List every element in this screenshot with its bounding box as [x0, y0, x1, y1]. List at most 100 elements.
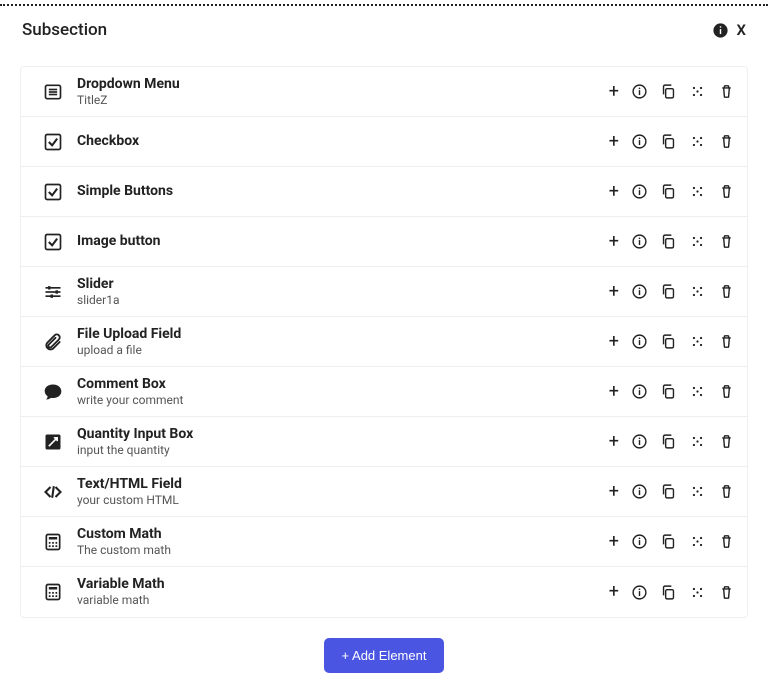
add-icon[interactable]: +: [609, 483, 619, 501]
move-icon[interactable]: [689, 283, 706, 300]
delete-icon[interactable]: [718, 433, 735, 450]
delete-icon[interactable]: [718, 533, 735, 550]
move-icon[interactable]: [689, 183, 706, 200]
calc-icon: [33, 582, 73, 602]
sliders-icon: [33, 282, 73, 302]
element-subtitle: upload a file: [77, 343, 609, 359]
element-text: Dropdown MenuTitleZ: [73, 75, 609, 109]
check-icon: [33, 182, 73, 202]
add-icon[interactable]: +: [609, 283, 619, 301]
check-icon: [33, 132, 73, 152]
move-icon[interactable]: [689, 483, 706, 500]
info-icon[interactable]: [631, 283, 648, 300]
delete-icon[interactable]: [718, 233, 735, 250]
add-icon[interactable]: +: [609, 383, 619, 401]
delete-icon[interactable]: [718, 183, 735, 200]
element-list: Dropdown MenuTitleZ+Checkbox+Simple Butt…: [20, 66, 748, 618]
comment-icon: [33, 382, 73, 402]
add-icon[interactable]: +: [609, 433, 619, 451]
element-row[interactable]: File Upload Fieldupload a file+: [21, 317, 747, 367]
delete-icon[interactable]: [718, 383, 735, 400]
info-icon[interactable]: [631, 133, 648, 150]
add-icon[interactable]: +: [609, 333, 619, 351]
copy-icon[interactable]: [660, 383, 677, 400]
add-icon[interactable]: +: [609, 583, 619, 601]
element-title: Checkbox: [77, 132, 609, 150]
element-row[interactable]: Image button+: [21, 217, 747, 267]
element-row[interactable]: Dropdown MenuTitleZ+: [21, 67, 747, 117]
move-icon[interactable]: [689, 433, 706, 450]
element-row[interactable]: Quantity Input Boxinput the quantity+: [21, 417, 747, 467]
copy-icon[interactable]: [660, 183, 677, 200]
element-text: Quantity Input Boxinput the quantity: [73, 425, 609, 459]
list-icon: [33, 82, 73, 102]
info-icon[interactable]: [631, 83, 648, 100]
clip-icon: [33, 332, 73, 352]
move-icon[interactable]: [689, 584, 706, 601]
copy-icon[interactable]: [660, 283, 677, 300]
info-icon[interactable]: [631, 584, 648, 601]
element-text: Checkbox: [73, 132, 609, 150]
copy-icon[interactable]: [660, 584, 677, 601]
element-row[interactable]: Text/HTML Fieldyour custom HTML+: [21, 467, 747, 517]
info-icon[interactable]: [631, 183, 648, 200]
element-row[interactable]: Sliderslider1a+: [21, 267, 747, 317]
delete-icon[interactable]: [718, 283, 735, 300]
move-icon[interactable]: [689, 533, 706, 550]
element-row[interactable]: Variable Mathvariable math+: [21, 567, 747, 617]
copy-icon[interactable]: [660, 133, 677, 150]
delete-icon[interactable]: [718, 83, 735, 100]
add-icon[interactable]: +: [609, 533, 619, 551]
add-icon[interactable]: +: [609, 83, 619, 101]
move-icon[interactable]: [689, 333, 706, 350]
element-row[interactable]: Checkbox+: [21, 117, 747, 167]
delete-icon[interactable]: [718, 333, 735, 350]
calc-icon: [33, 532, 73, 552]
delete-icon[interactable]: [718, 483, 735, 500]
element-actions: +: [609, 233, 735, 251]
info-icon[interactable]: [631, 533, 648, 550]
copy-icon[interactable]: [660, 333, 677, 350]
element-text: Custom MathThe custom math: [73, 525, 609, 559]
element-text: Text/HTML Fieldyour custom HTML: [73, 475, 609, 509]
delete-icon[interactable]: [718, 584, 735, 601]
element-row[interactable]: Comment Boxwrite your comment+: [21, 367, 747, 417]
move-icon[interactable]: [689, 83, 706, 100]
move-icon[interactable]: [689, 383, 706, 400]
info-icon[interactable]: [631, 333, 648, 350]
section-header: Subsection X: [0, 6, 768, 50]
add-icon[interactable]: +: [609, 183, 619, 201]
element-subtitle: The custom math: [77, 543, 609, 559]
info-icon[interactable]: [631, 233, 648, 250]
copy-icon[interactable]: [660, 433, 677, 450]
element-title: Comment Box: [77, 375, 609, 393]
move-icon[interactable]: [689, 133, 706, 150]
element-text: Variable Mathvariable math: [73, 575, 609, 609]
element-row[interactable]: Custom MathThe custom math+: [21, 517, 747, 567]
expo-icon: [33, 432, 73, 452]
info-icon[interactable]: [631, 383, 648, 400]
copy-icon[interactable]: [660, 533, 677, 550]
add-icon[interactable]: +: [609, 233, 619, 251]
element-row[interactable]: Simple Buttons+: [21, 167, 747, 217]
move-icon[interactable]: [689, 233, 706, 250]
element-actions: +: [609, 83, 735, 101]
info-icon[interactable]: [631, 433, 648, 450]
element-subtitle: input the quantity: [77, 443, 609, 459]
info-icon[interactable]: [712, 22, 729, 39]
element-text: Image button: [73, 232, 609, 250]
element-actions: +: [609, 283, 735, 301]
copy-icon[interactable]: [660, 83, 677, 100]
element-text: File Upload Fieldupload a file: [73, 325, 609, 359]
element-title: File Upload Field: [77, 325, 609, 343]
add-icon[interactable]: +: [609, 133, 619, 151]
add-element-button[interactable]: + Add Element: [324, 638, 445, 673]
code-icon: [33, 482, 73, 502]
info-icon[interactable]: [631, 483, 648, 500]
check-icon: [33, 232, 73, 252]
delete-icon[interactable]: [718, 133, 735, 150]
close-button[interactable]: X: [737, 21, 747, 39]
copy-icon[interactable]: [660, 483, 677, 500]
copy-icon[interactable]: [660, 233, 677, 250]
element-title: Image button: [77, 232, 609, 250]
